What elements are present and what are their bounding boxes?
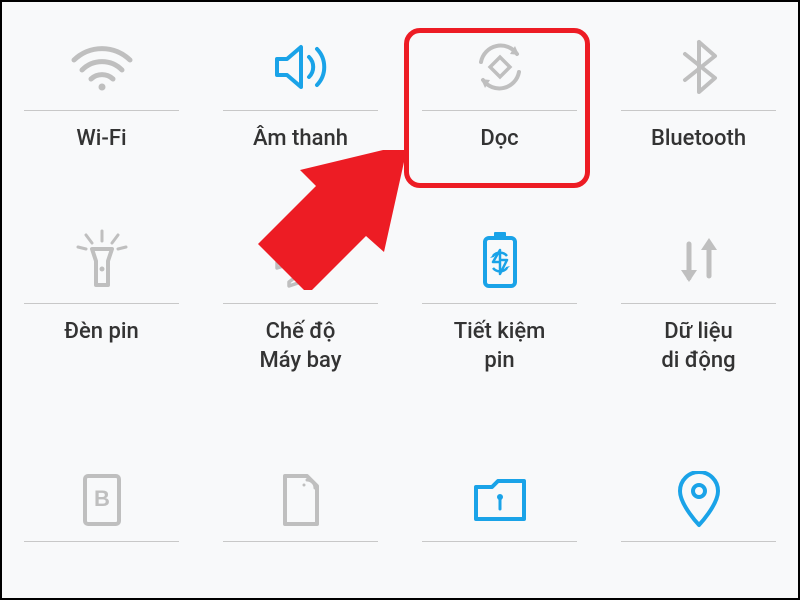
tile-mobile-data-label: Dữ liệu di động: [661, 318, 735, 375]
svg-text:B: B: [94, 486, 110, 511]
tile-battery-saver-label: Tiết kiệm pin: [454, 318, 546, 375]
tile-location[interactable]: [599, 417, 798, 598]
tile-rotation-label: Dọc: [480, 125, 518, 154]
sim-icon: [201, 465, 400, 535]
tile-airplane[interactable]: Chế độ Máy bay: [201, 195, 400, 417]
secure-folder-icon: [400, 465, 599, 535]
tile-wifi-label: Wi-Fi: [76, 125, 126, 154]
tile-sim[interactable]: [201, 417, 400, 598]
tile-flashlight-label: Đèn pin: [64, 318, 138, 347]
quick-settings-grid: Wi-Fi Âm thanh Dọc: [2, 2, 798, 598]
wifi-icon: [2, 32, 201, 102]
tile-mobile-data[interactable]: Dữ liệu di động: [599, 195, 798, 417]
tile-sound[interactable]: Âm thanh: [201, 2, 400, 195]
location-icon: [599, 465, 798, 535]
bluetooth-icon: [599, 32, 798, 102]
tile-blue-light[interactable]: B: [2, 417, 201, 598]
tile-bluetooth-label: Bluetooth: [651, 125, 746, 154]
auto-rotate-icon: [400, 32, 599, 102]
mobile-data-icon: [599, 225, 798, 295]
blue-light-icon: B: [2, 465, 201, 535]
flashlight-icon: [2, 225, 201, 295]
tile-rotation[interactable]: Dọc: [400, 2, 599, 195]
tile-flashlight[interactable]: Đèn pin: [2, 195, 201, 417]
tile-airplane-label: Chế độ Máy bay: [259, 318, 341, 375]
tile-wifi[interactable]: Wi-Fi: [2, 2, 201, 195]
battery-saver-icon: [400, 225, 599, 295]
airplane-icon: [201, 225, 400, 295]
tile-battery-saver[interactable]: Tiết kiệm pin: [400, 195, 599, 417]
speaker-icon: [201, 32, 400, 102]
tile-sound-label: Âm thanh: [253, 125, 348, 154]
tile-secure-folder[interactable]: [400, 417, 599, 598]
tile-bluetooth[interactable]: Bluetooth: [599, 2, 798, 195]
